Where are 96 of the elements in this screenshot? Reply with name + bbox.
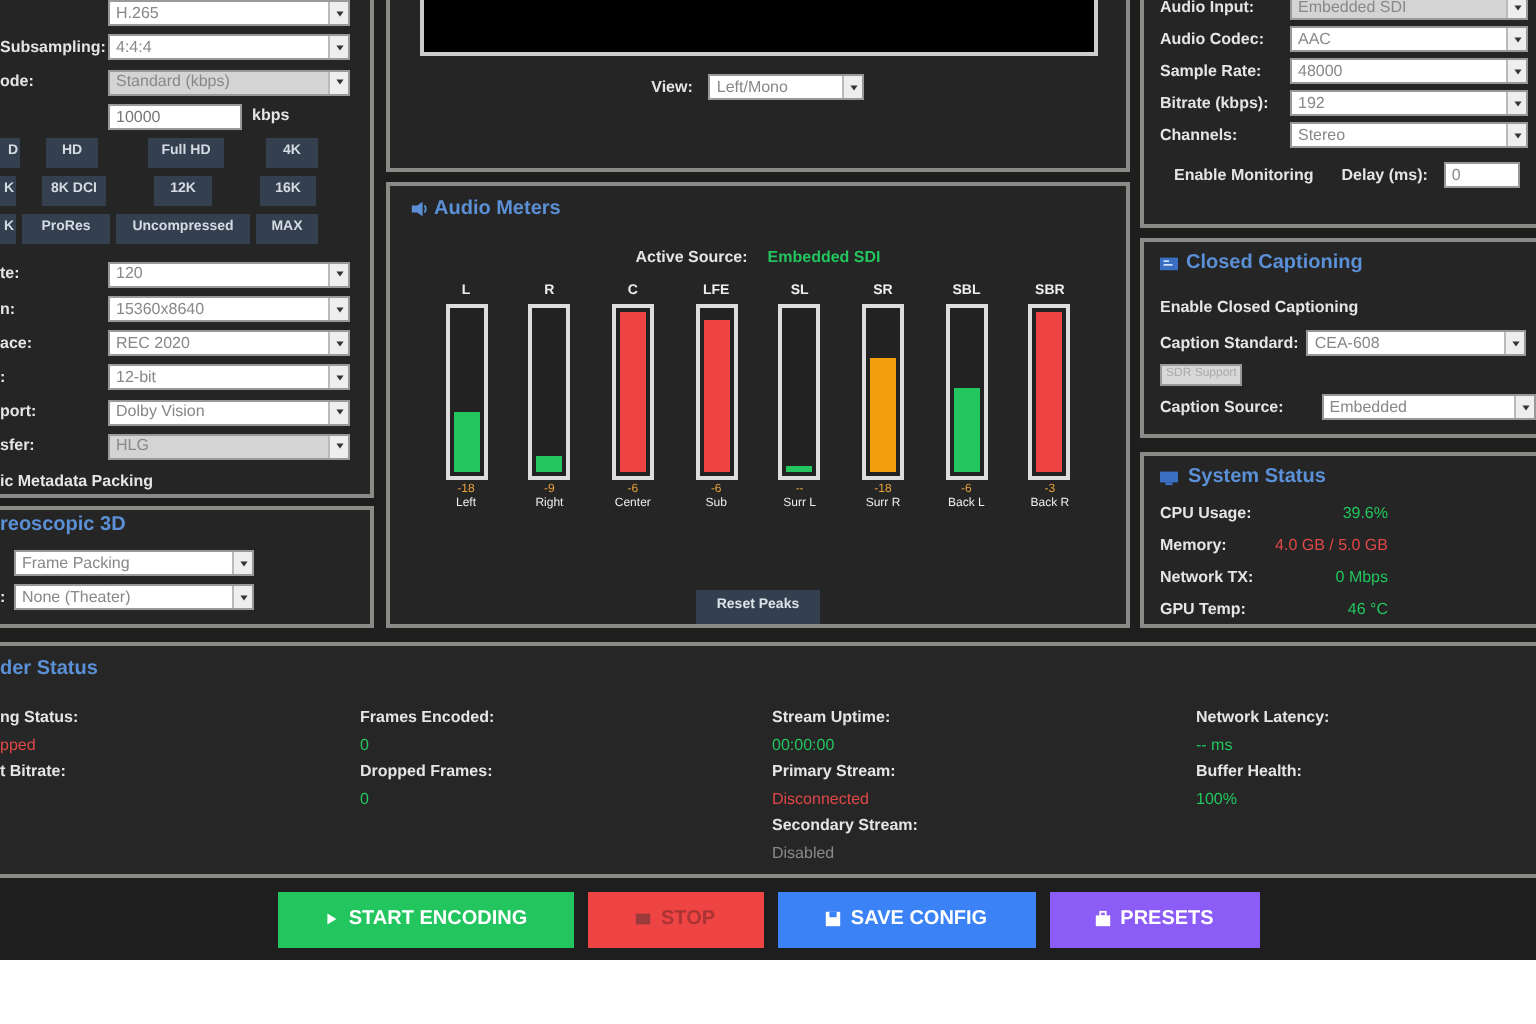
field-label: Caption Source: <box>1160 395 1284 419</box>
action-button[interactable]: START ENCODING <box>277 891 573 947</box>
status-value: 0 <box>360 788 371 812</box>
caret-icon <box>237 591 249 603</box>
field-label: te: <box>0 262 20 287</box>
field-label: ng Status: <box>0 706 81 730</box>
field-label: Audio Input: <box>1160 0 1255 19</box>
status-value: 100% <box>1196 788 1239 812</box>
field-label: : <box>0 585 6 609</box>
panel-title: Audio Meters <box>434 196 561 224</box>
play-icon <box>322 910 341 928</box>
caret-icon <box>333 7 345 20</box>
field-label: Enable Monitoring <box>1174 163 1314 187</box>
status-value: pped <box>0 734 38 758</box>
caret-icon <box>333 303 345 316</box>
caret-icon <box>333 76 345 88</box>
field-label: Buffer Health: <box>1196 760 1304 784</box>
caption-icon <box>1160 254 1178 272</box>
dropdown[interactable]: Embedded <box>1321 394 1536 420</box>
status-value: 4.0 GB / 5.0 GB <box>1273 534 1388 558</box>
caret-icon <box>237 557 249 569</box>
field-label: Channels: <box>1160 123 1238 147</box>
dropdown[interactable]: Left/Mono <box>708 74 865 100</box>
panel-title: Closed Captioning <box>1186 250 1363 278</box>
dropdown[interactable]: Frame Packing <box>14 550 254 576</box>
panel-title: System Status <box>1188 464 1326 492</box>
dropdown[interactable]: None (Theater) <box>14 584 254 610</box>
caret-icon <box>1511 1 1523 13</box>
caret-icon <box>333 41 345 54</box>
field-label: Enable Closed Captioning <box>1160 296 1361 320</box>
field-label: sfer: <box>0 434 35 459</box>
field-label: ic Metadata Packing <box>0 469 155 494</box>
caret-icon <box>333 268 345 281</box>
field-label: Primary Stream: <box>772 760 898 784</box>
status-value: Disabled <box>772 842 837 866</box>
field-label: Sample Rate: <box>1160 59 1262 83</box>
field-label: ace: <box>0 331 33 356</box>
panel-title: der Status <box>0 656 98 684</box>
dropdown[interactable]: 12-bit <box>108 364 350 391</box>
dropdown[interactable]: Dolby Vision <box>108 399 350 426</box>
caret-icon <box>333 440 345 453</box>
dropdown[interactable]: 120 <box>108 261 350 288</box>
stop-icon <box>634 910 653 928</box>
field-label: port: <box>0 400 37 425</box>
field-label: Bitrate (kbps): <box>1160 91 1269 115</box>
field-label: Memory: <box>1160 534 1229 558</box>
dropdown[interactable]: 15360x8640 <box>108 296 350 323</box>
caret-icon <box>333 406 345 419</box>
briefcase-icon <box>1094 910 1113 928</box>
input-field[interactable]: 10000 <box>108 103 242 130</box>
field-label: : <box>0 365 6 390</box>
status-value: Disconnected <box>772 788 871 812</box>
dropdown[interactable]: H.265 <box>108 0 350 27</box>
field-label: Caption Standard: <box>1160 331 1299 355</box>
caret-icon <box>1511 33 1523 45</box>
caret-icon <box>1519 401 1531 413</box>
caret-icon <box>1511 129 1523 141</box>
field-label: Active Source: <box>635 246 748 270</box>
dropdown[interactable]: CEA-608 <box>1306 330 1527 356</box>
field-label: Audio Codec: <box>1160 27 1264 51</box>
dropdown[interactable]: AAC <box>1290 26 1528 52</box>
field-label: Frames Encoded: <box>360 706 497 730</box>
field-label: Delay (ms): <box>1341 163 1428 187</box>
status-value: 00:00:00 <box>772 734 837 758</box>
field-label: GPU Temp: <box>1160 598 1244 622</box>
caret-icon <box>847 81 860 93</box>
caret-icon <box>1511 97 1523 109</box>
action-button[interactable]: SAVE CONFIG <box>777 891 1035 947</box>
field-label: ode: <box>0 70 34 94</box>
field-label: t Bitrate: <box>0 760 68 784</box>
dropdown[interactable]: Stereo <box>1290 122 1528 148</box>
caret-icon <box>333 337 345 350</box>
input-field[interactable]: 0 <box>1443 162 1520 188</box>
monitor-icon <box>1160 468 1178 486</box>
status-value: 0 <box>360 734 371 758</box>
field-label: n: <box>0 297 16 322</box>
panel-title: reoscopic 3D <box>0 516 128 536</box>
caret-icon <box>333 371 345 384</box>
field-label: Dropped Frames: <box>360 760 495 784</box>
caret-icon <box>1511 65 1523 77</box>
field-label: Secondary Stream: <box>772 814 920 838</box>
source-value: Embedded SDI <box>767 246 881 270</box>
status-value: -- ms <box>1196 734 1235 758</box>
field-label: Network Latency: <box>1196 706 1332 730</box>
dropdown[interactable]: 192 <box>1290 90 1528 116</box>
field-label: Subsampling: <box>0 35 106 60</box>
unit-label: kbps <box>252 104 290 129</box>
status-value: 46 °C <box>1345 598 1388 622</box>
field-label: View: <box>651 75 693 99</box>
dropdown[interactable]: 48000 <box>1290 58 1528 84</box>
field-label: Stream Uptime: <box>772 706 893 730</box>
speaker-icon <box>410 200 428 218</box>
dropdown[interactable]: 4:4:4 <box>108 34 350 61</box>
dropdown[interactable]: REC 2020 <box>108 330 350 357</box>
caret-icon <box>1509 337 1522 349</box>
action-button[interactable]: PRESETS <box>1049 891 1259 947</box>
